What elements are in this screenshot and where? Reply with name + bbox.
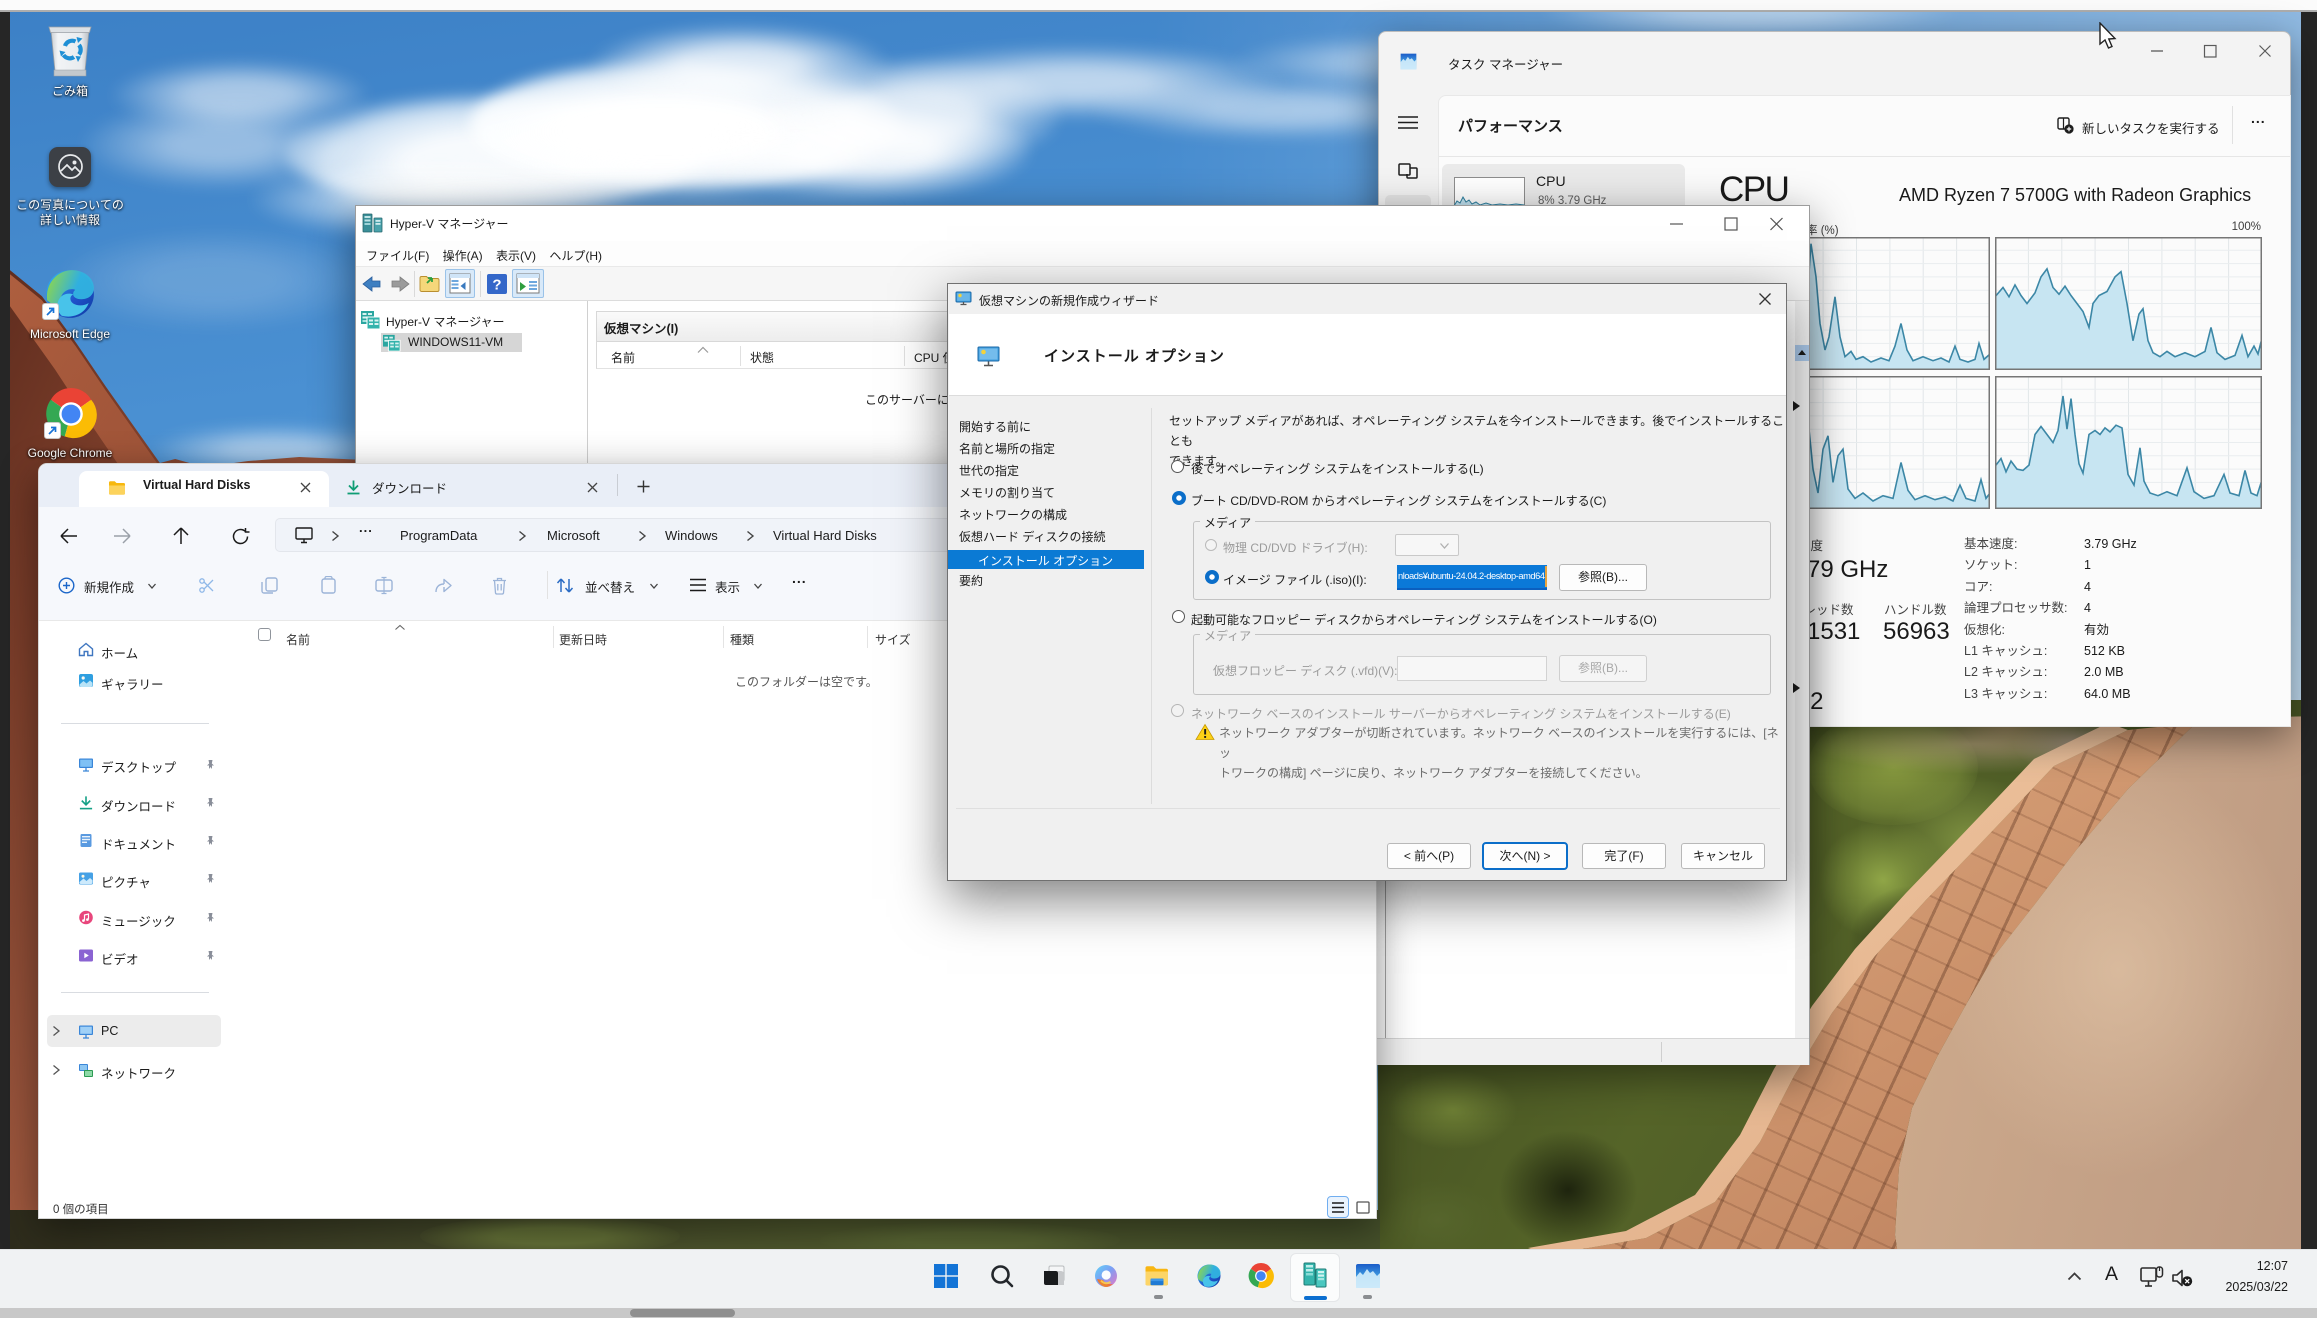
svg-text:?: ? xyxy=(492,277,501,294)
